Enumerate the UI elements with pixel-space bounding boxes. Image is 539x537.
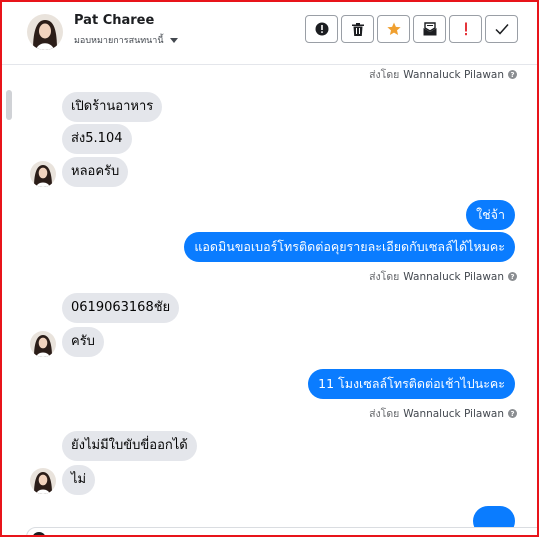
incoming-message[interactable]: ยังไม่มีใบขับขี่ออกได้ (62, 431, 197, 461)
contact-avatar[interactable] (27, 14, 63, 50)
incoming-message[interactable]: หลอครับ (62, 157, 129, 187)
star-icon (386, 22, 401, 35)
spam-button[interactable] (449, 15, 482, 43)
message-thread[interactable]: ส่งโดย Wannaluck Pilawan ? เปิดร้านอาหาร… (2, 64, 537, 535)
contact-name[interactable]: Pat Charee (74, 13, 154, 28)
conversation-header: Pat Charee มอบหมายการสนทนานี้ (2, 2, 537, 65)
window-frame: Pat Charee มอบหมายการสนทนานี้ ส่งโดย Wan… (0, 0, 539, 537)
outgoing-message[interactable]: แอดมินขอเบอร์โทรติดต่อคุยรายละเอียดกับเซ… (184, 232, 515, 262)
done-button[interactable] (485, 15, 518, 43)
outgoing-message[interactable]: 11 โมงเซลล์โทรติดต่อเช้าไปนะคะ (308, 369, 515, 399)
help-icon[interactable]: ? (508, 70, 517, 79)
agent-name[interactable]: Wannaluck Pilawan (403, 271, 504, 283)
archive-button[interactable] (413, 15, 446, 43)
scrollbar-thumb[interactable] (6, 90, 12, 120)
message-composer[interactable] (26, 527, 537, 535)
contact-avatar-small (30, 468, 56, 494)
incoming-message[interactable]: ไม่ (62, 465, 96, 495)
agent-name[interactable]: Wannaluck Pilawan (403, 408, 504, 420)
caret-down-icon (169, 37, 178, 43)
incoming-message[interactable]: ครับ (62, 327, 104, 357)
contact-avatar-small (30, 161, 56, 187)
sent-by-prefix: ส่งโดย (369, 271, 400, 283)
incoming-message[interactable]: ส่ง5.104 (62, 124, 132, 154)
star-button[interactable] (377, 15, 410, 43)
agent-name[interactable]: Wannaluck Pilawan (403, 69, 504, 81)
sent-by-prefix: ส่งโดย (369, 69, 400, 81)
sent-by-label: ส่งโดย Wannaluck Pilawan ? (369, 405, 517, 422)
delete-button[interactable] (341, 15, 374, 43)
sent-by-label: ส่งโดย Wannaluck Pilawan ? (369, 268, 517, 285)
assign-conversation-dropdown[interactable]: มอบหมายการสนทนานี้ (74, 33, 178, 47)
help-icon[interactable]: ? (508, 409, 517, 418)
alert-circle-icon (315, 22, 328, 36)
action-toolbar (305, 15, 518, 43)
trash-icon (351, 22, 364, 36)
incoming-message[interactable]: เปิดร้านอาหาร (62, 92, 163, 122)
contact-avatar-small (30, 331, 56, 357)
incoming-message[interactable]: 0619063168ชัย (62, 293, 180, 323)
outgoing-message[interactable]: ใช่จ้า (466, 200, 515, 230)
sent-by-prefix: ส่งโดย (369, 408, 400, 420)
exclamation-icon (464, 22, 467, 36)
assign-label: มอบหมายการสนทนานี้ (74, 36, 164, 46)
mailbox-icon (423, 22, 436, 36)
help-icon[interactable]: ? (508, 272, 517, 281)
report-button[interactable] (305, 15, 338, 43)
check-icon (494, 24, 509, 35)
sent-by-label: ส่งโดย Wannaluck Pilawan ? (369, 66, 517, 83)
